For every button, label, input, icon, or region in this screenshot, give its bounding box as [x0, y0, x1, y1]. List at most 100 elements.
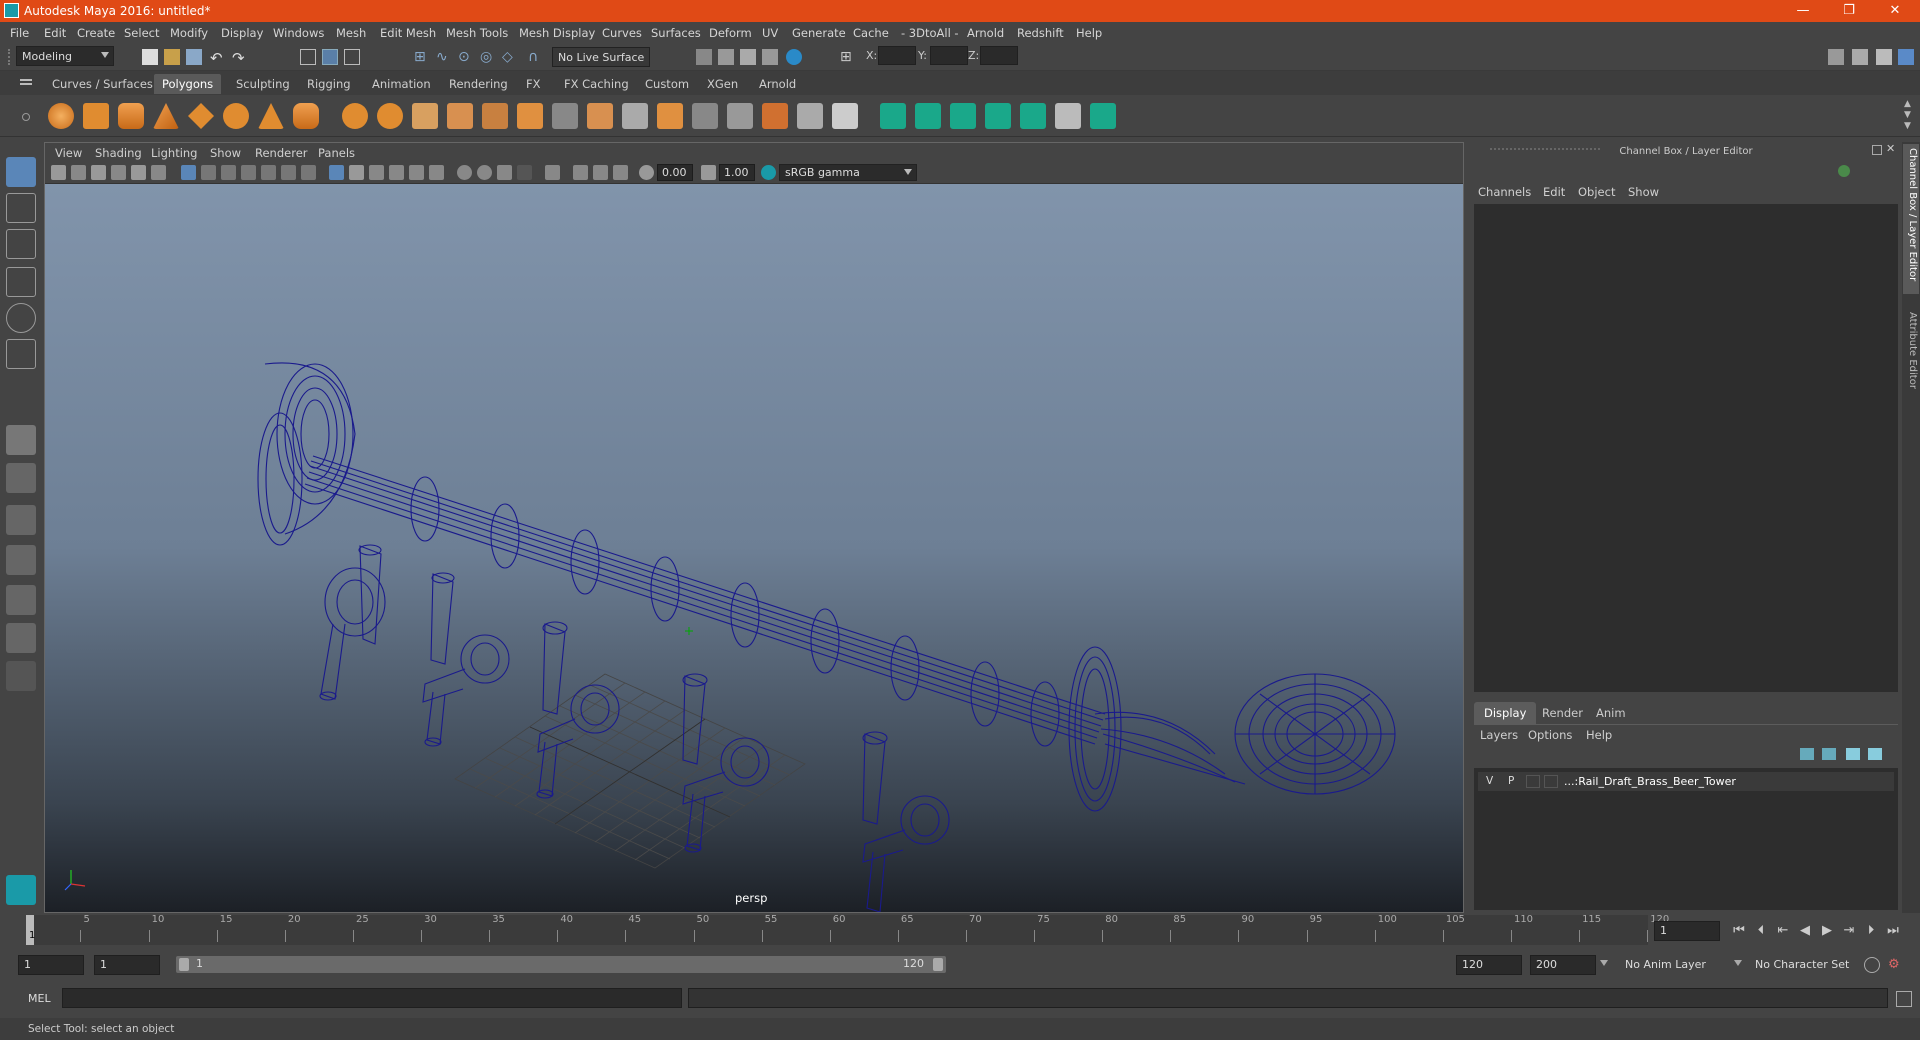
animation-start-field[interactable]: 1 [18, 955, 84, 975]
append-icon[interactable] [517, 103, 543, 129]
spherical-mapping-icon[interactable] [950, 103, 976, 129]
poly-cone-icon[interactable] [153, 103, 179, 129]
range-end-handle[interactable] [933, 958, 943, 971]
planar-mapping-icon[interactable] [880, 103, 906, 129]
gamma-field[interactable]: 1.00 [719, 164, 755, 181]
film-gate-icon[interactable] [201, 165, 216, 180]
mirror-icon[interactable] [727, 103, 753, 129]
side-tab-attribute-editor[interactable]: Attribute Editor [1903, 308, 1919, 398]
target-weld-icon[interactable] [797, 103, 823, 129]
exposure-icon[interactable] [639, 165, 654, 180]
xray-icon[interactable] [573, 165, 588, 180]
cb-menu-show[interactable]: Show [1628, 185, 1659, 199]
rotate-tool-icon[interactable] [6, 303, 36, 333]
vp-menu-view[interactable]: View [55, 146, 82, 160]
shelf-menu-icon[interactable] [20, 79, 32, 81]
auto-key-icon[interactable] [1864, 957, 1880, 973]
undo-icon[interactable]: ↶ [210, 49, 226, 67]
menu-display[interactable]: Display [221, 26, 263, 40]
anti-aliasing-icon[interactable] [497, 165, 512, 180]
xray-joints-icon[interactable] [593, 165, 608, 180]
grip-handle[interactable] [8, 49, 14, 65]
menu-curves[interactable]: Curves [602, 26, 642, 40]
animation-end-field[interactable]: 200 [1530, 955, 1596, 975]
automatic-mapping-icon[interactable] [985, 103, 1011, 129]
bridge-icon[interactable] [447, 103, 473, 129]
magnet-icon[interactable]: ∩ [528, 49, 544, 65]
menu-edit[interactable]: Edit [44, 26, 66, 40]
gamma-icon[interactable] [701, 165, 716, 180]
layer-color-swatch[interactable] [1544, 775, 1558, 788]
side-tab-channel-box[interactable]: Channel Box / Layer Editor [1903, 144, 1919, 294]
new-scene-icon[interactable] [142, 49, 158, 65]
playback-start-field[interactable]: 1 [94, 955, 160, 975]
custom-layout-icon[interactable] [6, 661, 36, 691]
tab-curves-surfaces[interactable]: Curves / Surfaces [44, 74, 161, 94]
poly-sphere-icon[interactable] [48, 103, 74, 129]
layer-menu-layers[interactable]: Layers [1480, 728, 1518, 742]
anim-layer-arrow-icon[interactable] [1600, 960, 1608, 966]
tab-rendering[interactable]: Rendering [441, 74, 516, 94]
poly-plane-icon[interactable] [188, 103, 214, 129]
outliner-persp-layout-icon[interactable] [6, 585, 36, 615]
layer-visibility-toggle[interactable]: V [1486, 775, 1493, 787]
move-layer-down-icon[interactable] [1822, 748, 1836, 760]
persp-graph-hypergraph-layout-icon[interactable] [6, 623, 36, 653]
menu-mesh-display[interactable]: Mesh Display [519, 26, 595, 40]
cb-menu-object[interactable]: Object [1578, 185, 1615, 199]
go-to-start-button[interactable]: ⏮ [1730, 922, 1748, 940]
checker-icon[interactable] [1055, 103, 1081, 129]
render-view-icon[interactable] [762, 49, 778, 65]
tab-xgen[interactable]: XGen [699, 74, 746, 94]
smooth-shade-icon[interactable] [349, 165, 364, 180]
menuset-dropdown[interactable]: Modeling [16, 46, 114, 66]
screen-space-ao-icon[interactable] [457, 165, 472, 180]
vp-menu-renderer[interactable]: Renderer [255, 146, 308, 160]
channel-box-option-icon[interactable] [1838, 165, 1850, 177]
layer-menu-options[interactable]: Options [1528, 728, 1572, 742]
shelf-scroll-arrows-icon[interactable]: ▲ ▼ ▼ [1904, 99, 1911, 132]
depth-of-field-icon[interactable] [517, 165, 532, 180]
persp-outliner-layout-icon[interactable] [6, 545, 36, 575]
motion-blur-icon[interactable] [477, 165, 492, 180]
paint-select-tool-icon[interactable] [6, 229, 36, 259]
color-space-dropdown[interactable]: sRGB gamma [779, 164, 917, 181]
snap-view-icon[interactable]: ◎ [480, 49, 496, 65]
insert-edge-loop-icon[interactable] [587, 103, 613, 129]
resolution-gate-icon[interactable] [221, 165, 236, 180]
menu-mesh[interactable]: Mesh [336, 26, 366, 40]
menu-help[interactable]: Help [1076, 26, 1102, 40]
tab-rigging[interactable]: Rigging [299, 74, 359, 94]
menu-modify[interactable]: Modify [170, 26, 208, 40]
z-field[interactable] [980, 46, 1018, 65]
exposure-field[interactable]: 0.00 [657, 164, 693, 181]
gate-mask-icon[interactable] [241, 165, 256, 180]
tab-fx[interactable]: FX [518, 74, 549, 94]
tab-polygons[interactable]: Polygons [154, 74, 222, 94]
isolate-select-icon[interactable] [545, 165, 560, 180]
play-backwards-button[interactable]: ◀ [1796, 922, 1814, 940]
tab-anim[interactable]: Anim [1586, 702, 1636, 724]
select-component-icon[interactable] [344, 49, 360, 65]
2d-pan-zoom-icon[interactable] [131, 165, 146, 180]
render-settings-icon[interactable] [696, 49, 712, 65]
current-frame-field[interactable]: 1 [1654, 921, 1720, 941]
menu-select[interactable]: Select [124, 26, 159, 40]
menu-cache[interactable]: Cache [853, 26, 889, 40]
poly-cylinder-icon[interactable] [118, 103, 144, 129]
wireframe-on-shaded-icon[interactable] [369, 165, 384, 180]
close-button[interactable]: ✕ [1872, 0, 1918, 22]
layer-name[interactable]: ...:Rail_Draft_Brass_Beer_Tower [1564, 775, 1736, 788]
animation-preferences-icon[interactable]: ⚙ [1888, 957, 1904, 973]
live-surface-field[interactable]: No Live Surface [552, 47, 650, 67]
bevel-icon[interactable] [482, 103, 508, 129]
vp-menu-panels[interactable]: Panels [318, 146, 355, 160]
menu-surfaces[interactable]: Surfaces [651, 26, 701, 40]
character-set-arrow-icon[interactable] [1734, 960, 1742, 966]
transform-mode-icon[interactable]: ⊞ [840, 49, 856, 65]
uv-layout-icon[interactable] [1090, 103, 1116, 129]
x-field[interactable] [878, 46, 916, 65]
menu-uv[interactable]: UV [762, 26, 778, 40]
vp-menu-show[interactable]: Show [210, 146, 241, 160]
color-management-icon[interactable] [761, 165, 776, 180]
